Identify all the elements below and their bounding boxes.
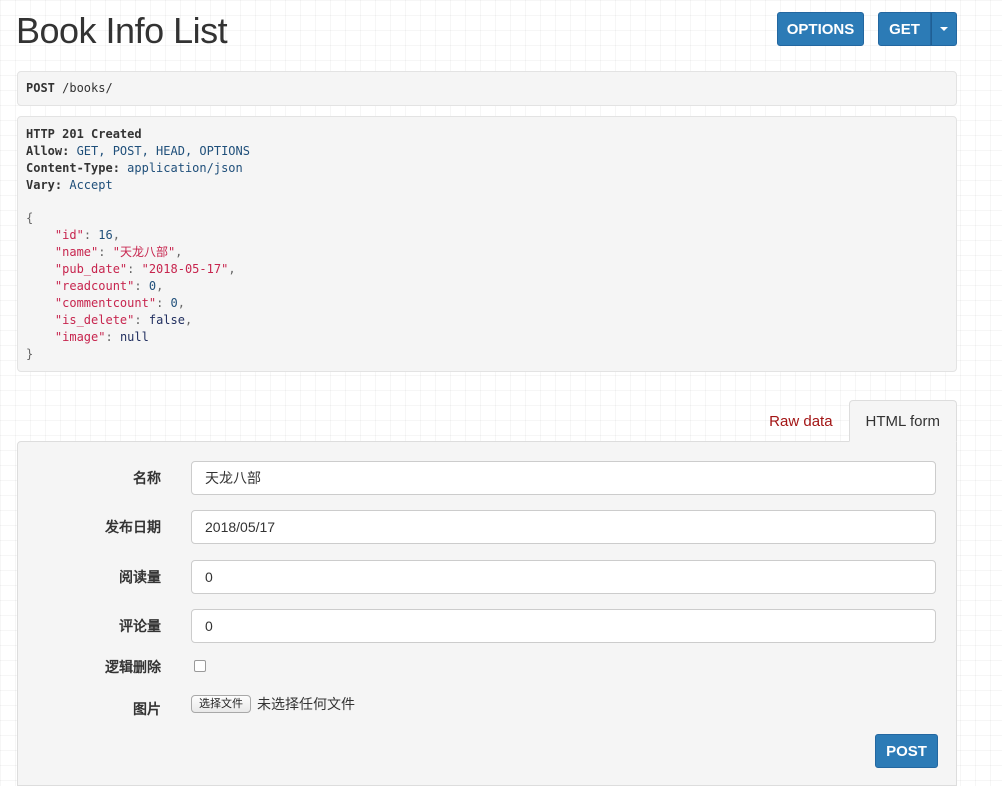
json-field: "name": "天龙八部",	[54, 245, 183, 259]
response-header: Content-Type: application/json	[26, 161, 243, 175]
form-row-name: 名称 天龙八部	[18, 461, 956, 495]
name-input[interactable]: 天龙八部	[191, 461, 936, 495]
json-close-brace: }	[26, 347, 34, 361]
json-value: null	[119, 330, 149, 344]
pub-date-input[interactable]: 2018/05/17	[191, 510, 936, 544]
post-submit-button[interactable]: POST	[875, 734, 938, 768]
json-value: "2018-05-17"	[141, 262, 229, 276]
readcount-label: 阅读量	[119, 569, 161, 585]
file-status-text: 未选择任何文件	[257, 696, 355, 712]
json-key: "image"	[54, 330, 106, 344]
json-key: "pub_date"	[54, 262, 128, 276]
commentcount-input[interactable]: 0	[191, 609, 936, 643]
json-open-brace: {	[26, 211, 34, 225]
response-header: Vary: Accept	[26, 178, 113, 192]
json-key: "id"	[54, 228, 84, 242]
html-form-panel: 名称 天龙八部 发布日期 2018/05/17 阅读量 0 评论量 0 逻辑删除…	[17, 441, 957, 786]
json-field: "id": 16,	[54, 228, 120, 242]
readcount-input[interactable]: 0	[191, 560, 936, 594]
json-field: "readcount": 0,	[54, 279, 164, 293]
response-header: Allow: GET, POST, HEAD, OPTIONS	[26, 144, 250, 158]
is-delete-checkbox[interactable]	[194, 660, 206, 672]
options-button[interactable]: OPTIONS	[777, 12, 864, 46]
request-method: POST	[26, 81, 55, 95]
json-key: "is_delete"	[54, 313, 135, 327]
json-value: 0	[170, 296, 178, 310]
tab-raw-data[interactable]: Raw data	[753, 400, 848, 442]
form-row-commentcount: 评论量 0	[18, 609, 956, 643]
json-value: "天龙八部"	[112, 245, 176, 259]
get-button[interactable]: GET	[878, 12, 931, 46]
form-row-pub-date: 发布日期 2018/05/17	[18, 510, 956, 544]
json-key: "name"	[54, 245, 99, 259]
image-label: 图片	[133, 701, 161, 717]
page-title: Book Info List	[16, 10, 228, 51]
request-path: /books/	[54, 81, 113, 95]
json-field: "commentcount": 0,	[54, 296, 185, 310]
name-label: 名称	[133, 470, 161, 486]
commentcount-label: 评论量	[119, 618, 161, 634]
choose-file-button[interactable]: 选择文件	[191, 695, 251, 713]
json-value: false	[148, 313, 185, 327]
form-row-image: 图片 选择文件 未选择任何文件	[18, 692, 956, 726]
form-row-is-delete: 逻辑删除	[18, 650, 956, 684]
pub-date-label: 发布日期	[105, 519, 161, 535]
json-value: 0	[148, 279, 157, 293]
json-key: "commentcount"	[54, 296, 157, 310]
get-button-group: GET	[878, 12, 957, 46]
tab-html-form[interactable]: HTML form	[848, 400, 957, 442]
is-delete-label: 逻辑删除	[105, 659, 161, 675]
get-format-dropdown-toggle[interactable]	[931, 12, 957, 46]
json-field: "is_delete": false,	[54, 313, 193, 327]
caret-down-icon	[940, 27, 948, 31]
json-field: "pub_date": "2018-05-17",	[54, 262, 236, 276]
json-body: "id": 16, "name": "天龙八部", "pub_date": "2…	[26, 227, 948, 346]
json-field: "image": null	[54, 330, 149, 344]
response-info: HTTP 201 Created Allow: GET, POST, HEAD,…	[17, 116, 957, 372]
json-key: "readcount"	[54, 279, 135, 293]
json-value: 16	[98, 228, 113, 242]
response-status: HTTP 201 Created	[26, 127, 142, 141]
content-tabs: Raw data HTML form	[753, 400, 957, 442]
request-info: POST /books/	[17, 71, 957, 106]
form-row-readcount: 阅读量 0	[18, 560, 956, 594]
